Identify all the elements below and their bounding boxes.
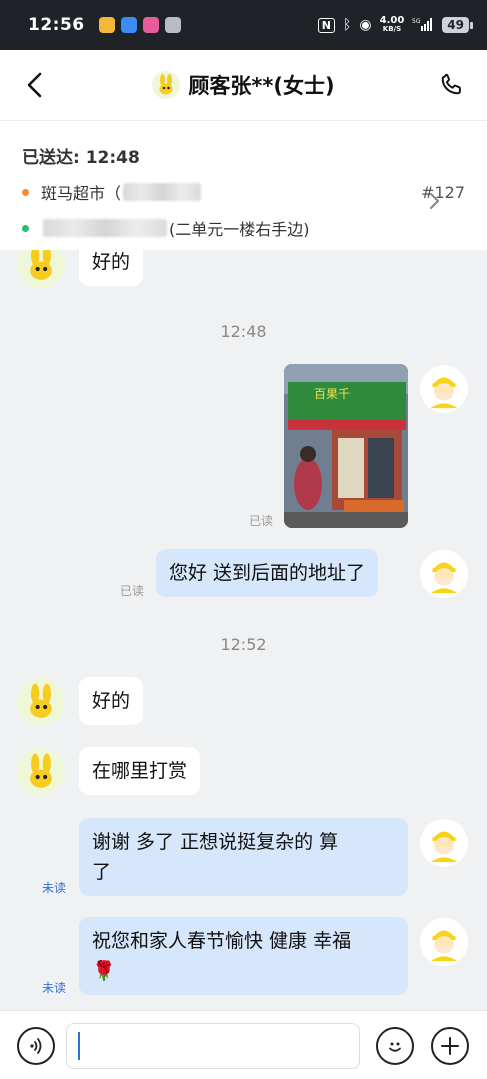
store-row: 斑马超市（ #127 — [22, 180, 465, 204]
read-status: 已读 — [120, 584, 145, 598]
back-button[interactable] — [18, 68, 52, 102]
add-attachment-button[interactable] — [431, 1027, 469, 1065]
smiley-icon — [389, 1042, 401, 1052]
delivered-time: 已送达: 12:48 — [22, 148, 140, 168]
plus-icon — [441, 1037, 459, 1055]
message-bubble-incoming[interactable]: 好的 — [79, 677, 144, 725]
message-text-line: 了 — [92, 861, 112, 883]
message-bubble-outgoing[interactable]: 祝您和家人春节愉快 健康 幸福 🌹 — [79, 917, 408, 995]
message-bubble-incoming[interactable]: 在哪里打赏 — [79, 747, 201, 795]
rider-avatar-icon — [420, 365, 468, 413]
voice-wave-icon — [30, 1038, 42, 1054]
rose-emoji: 🌹 — [92, 960, 116, 982]
status-indicators: N ᛒ ◉ 4.00 KB/S 5G 49 — [317, 15, 473, 34]
customer-avatar-icon — [17, 748, 65, 796]
chat-message-list[interactable]: 好的 12:48 百果千 已读 您好 送到后面的地址了 已读 12:52 好的 … — [0, 250, 487, 1010]
rider-avatar-icon — [420, 550, 468, 598]
page-title: 顾客张**(女士) — [188, 74, 335, 98]
message-text-line: 祝您和家人春节愉快 健康 幸福 — [92, 930, 352, 952]
status-bar: 12:56 N ᛒ ◉ 4.00 KB/S 5G 49 — [0, 0, 487, 50]
status-time: 12:56 — [28, 15, 85, 35]
message-input[interactable] — [66, 1023, 360, 1069]
rider-avatar-icon — [420, 819, 468, 867]
redacted-store-address — [123, 183, 202, 201]
gallery-app-icon — [142, 17, 159, 33]
read-status: 已读 — [249, 514, 274, 528]
message-bubble-incoming[interactable]: 好的 — [79, 250, 144, 286]
address-suffix: (二单元一楼右手边) — [169, 220, 310, 239]
status-app-icons — [98, 17, 181, 33]
svg-text:百果千: 百果千 — [314, 387, 350, 401]
order-summary-card[interactable]: 已送达: 12:48 斑马超市（ #127 (二单元一楼右手边) — [0, 120, 487, 250]
battery-indicator: 49 — [442, 17, 473, 33]
unread-status: 未读 — [42, 981, 67, 995]
chat-timestamp: 12:52 — [220, 635, 267, 654]
svg-text:5G: 5G — [412, 18, 421, 25]
chevron-left-icon — [27, 72, 42, 98]
nfc-icon: N — [317, 17, 335, 33]
rider-avatar-icon — [420, 918, 468, 966]
store-dot-icon — [22, 188, 29, 196]
order-number: #127 — [421, 182, 465, 202]
search-app-icon — [120, 17, 137, 33]
customer-avatar-icon — [152, 71, 181, 99]
redacted-address — [43, 219, 167, 237]
chevron-right-icon[interactable] — [429, 192, 441, 214]
message-text-line: 谢谢 多了 正想说挺复杂的 算 — [92, 831, 339, 853]
network-speed: 4.00 KB/S — [379, 15, 405, 34]
bluetooth-icon: ᛒ — [342, 17, 352, 33]
header-title-group: 顾客张**(女士) — [152, 70, 335, 100]
message-image[interactable]: 百果千 — [284, 364, 408, 528]
signal-icon: 5G — [412, 17, 434, 34]
customer-avatar-icon — [17, 250, 65, 288]
mail-app-icon — [164, 17, 181, 33]
call-button[interactable] — [435, 68, 469, 102]
address-row: (二单元一楼右手边) — [22, 216, 465, 240]
phone-icon — [441, 73, 461, 95]
text-cursor — [78, 1032, 80, 1060]
unread-status: 未读 — [42, 881, 67, 895]
address-dot-icon — [22, 224, 29, 232]
app-notification-icon — [98, 17, 115, 33]
message-bubble-outgoing[interactable]: 您好 送到后面的地址了 — [156, 549, 379, 597]
location-icon: ◉ — [359, 17, 372, 33]
message-input-bar — [0, 1010, 487, 1079]
store-name: 斑马超市（ — [41, 184, 122, 203]
chat-header: 顾客张**(女士) — [0, 50, 487, 120]
emoji-button[interactable] — [376, 1027, 414, 1065]
message-bubble-outgoing[interactable]: 谢谢 多了 正想说挺复杂的 算 了 — [79, 818, 408, 896]
chat-timestamp: 12:48 — [220, 322, 267, 341]
customer-avatar-icon — [17, 678, 65, 726]
voice-button[interactable] — [17, 1027, 55, 1065]
